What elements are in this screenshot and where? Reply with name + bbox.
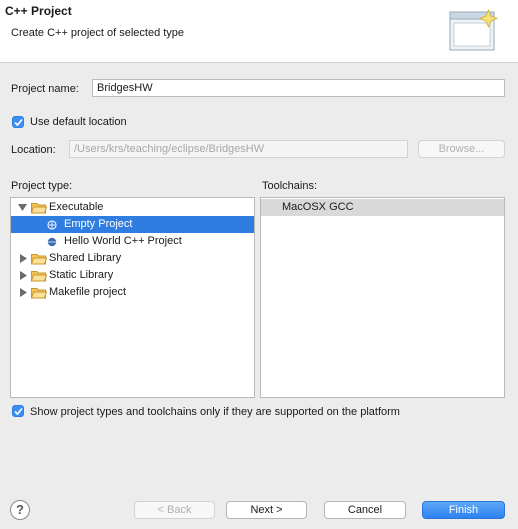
check-icon [14, 407, 23, 416]
folder-icon [31, 271, 47, 282]
tree-item-label: Empty Project [64, 218, 133, 230]
folder-icon [31, 254, 47, 265]
collapsed-triangle-icon[interactable] [20, 271, 27, 280]
tree-item-executable[interactable]: Executable [11, 199, 254, 216]
wizard-header: C++ Project Create C++ project of select… [0, 0, 518, 63]
wizard-description: Create C++ project of selected type [11, 27, 185, 39]
empty-project-icon [47, 220, 57, 230]
browse-button[interactable]: Browse... [418, 140, 505, 158]
toolchains-list[interactable]: MacOSX GCC [260, 197, 505, 398]
show-supported-label: Show project types and toolchains only i… [30, 406, 400, 418]
toolchain-item-label: MacOSX GCC [282, 201, 354, 213]
tree-item-static-library[interactable]: Static Library [11, 267, 254, 284]
tree-item-hello-world[interactable]: Hello World C++ Project [11, 233, 254, 250]
location-input[interactable]: /Users/krs/teaching/eclipse/BridgesHW [69, 140, 408, 158]
next-button[interactable]: Next > [226, 501, 307, 519]
tree-item-label: Makefile project [49, 286, 127, 298]
project-name-label: Project name: [11, 83, 79, 95]
folder-icon [31, 288, 47, 299]
show-supported-checkbox[interactable] [12, 405, 24, 417]
tree-item-empty-project[interactable]: Empty Project [11, 216, 254, 233]
back-button[interactable]: < Back [134, 501, 215, 519]
expanded-triangle-icon[interactable] [18, 204, 27, 211]
project-name-input[interactable]: BridgesHW [92, 79, 505, 97]
collapsed-triangle-icon[interactable] [20, 288, 27, 297]
check-icon [14, 118, 23, 127]
location-label: Location: [11, 144, 56, 156]
tree-item-shared-library[interactable]: Shared Library [11, 250, 254, 267]
toolchains-label: Toolchains: [262, 180, 318, 192]
project-type-tree[interactable]: Executable Empty Project Hello World C++… [10, 197, 255, 398]
help-icon[interactable]: ? [10, 500, 30, 520]
tree-item-label: Executable [49, 201, 104, 213]
hello-world-project-icon [47, 237, 57, 247]
cancel-button[interactable]: Cancel [324, 501, 406, 519]
tree-item-label: Static Library [49, 269, 114, 281]
wizard-title: C++ Project [5, 4, 72, 18]
tree-item-makefile-project[interactable]: Makefile project [11, 284, 254, 301]
tree-item-label: Hello World C++ Project [64, 235, 182, 247]
tree-item-label: Shared Library [49, 252, 122, 264]
folder-open-icon [31, 203, 47, 214]
wizard-banner-icon [448, 4, 506, 58]
toolchain-item-macosx-gcc[interactable]: MacOSX GCC [261, 199, 504, 216]
finish-button[interactable]: Finish [422, 501, 505, 519]
use-default-location-label: Use default location [30, 116, 127, 128]
project-type-label: Project type: [11, 180, 73, 192]
use-default-location-checkbox[interactable] [12, 116, 24, 128]
collapsed-triangle-icon[interactable] [20, 254, 27, 263]
